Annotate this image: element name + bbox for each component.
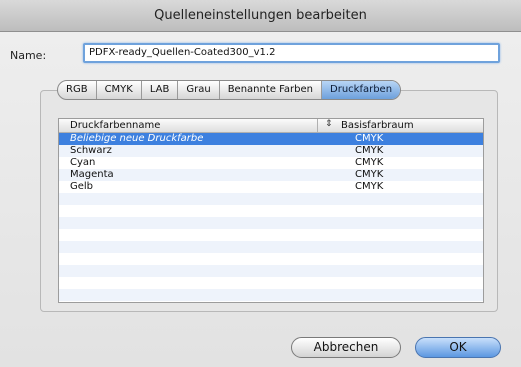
tab-lab[interactable]: LAB (142, 81, 179, 99)
empty-row (59, 241, 483, 253)
list-header: Druckfarbenname ⇕ Basisfarbraum (59, 119, 483, 133)
empty-row (59, 253, 483, 265)
tab-cmyk[interactable]: CMYK (97, 81, 142, 99)
empty-row (59, 217, 483, 229)
window-title: Quelleneinstellungen bearbeiten (154, 8, 367, 23)
ink-name: Beliebige neue Druckfarbe (70, 133, 204, 144)
name-row: Name: (10, 45, 80, 65)
cancel-button[interactable]: Abbrechen (291, 337, 401, 358)
empty-row (59, 265, 483, 277)
empty-row (59, 229, 483, 241)
ink-colorspace: CMYK (355, 157, 384, 168)
table-row[interactable]: Schwarz CMYK (59, 145, 483, 157)
ink-list: Druckfarbenname ⇕ Basisfarbraum Beliebig… (58, 118, 484, 303)
ink-name: Magenta (70, 169, 114, 180)
ink-colorspace: CMYK (355, 169, 384, 180)
tab-grau[interactable]: Grau (178, 81, 220, 99)
sort-arrows-icon: ⇕ (325, 119, 333, 129)
ink-colorspace: CMYK (355, 145, 384, 156)
column-header-name[interactable]: Druckfarbenname (70, 120, 160, 131)
ink-colorspace: CMYK (355, 181, 384, 192)
name-label: Name: (10, 48, 47, 62)
empty-row (59, 205, 483, 217)
ok-button[interactable]: OK (415, 337, 501, 358)
tab-bar: RGB CMYK LAB Grau Benannte Farben Druckf… (57, 80, 402, 100)
name-input[interactable]: PDFX-ready_Quellen-Coated300_v1.2 (83, 43, 500, 63)
ink-colorspace: CMYK (355, 133, 384, 144)
tab-rgb[interactable]: RGB (58, 81, 97, 99)
table-row[interactable]: Beliebige neue Druckfarbe CMYK (59, 133, 483, 145)
table-row[interactable]: Cyan CMYK (59, 157, 483, 169)
tab-benannte-farben[interactable]: Benannte Farben (220, 81, 323, 99)
ink-name: Schwarz (70, 145, 112, 156)
dialog-window: Quelleneinstellungen bearbeiten Name: PD… (0, 0, 521, 367)
ink-name: Cyan (70, 157, 96, 168)
table-row[interactable]: Magenta CMYK (59, 169, 483, 181)
empty-row (59, 193, 483, 205)
list-rows: Beliebige neue Druckfarbe CMYK Schwarz C… (59, 133, 483, 301)
empty-row (59, 289, 483, 301)
tab-druckfarben[interactable]: Druckfarben (322, 81, 401, 99)
title-bar: Quelleneinstellungen bearbeiten (0, 0, 521, 32)
ink-name: Gelb (70, 181, 94, 192)
empty-row (59, 277, 483, 289)
column-divider (317, 119, 318, 133)
table-row[interactable]: Gelb CMYK (59, 181, 483, 193)
column-header-colorspace[interactable]: Basisfarbraum (341, 120, 414, 131)
